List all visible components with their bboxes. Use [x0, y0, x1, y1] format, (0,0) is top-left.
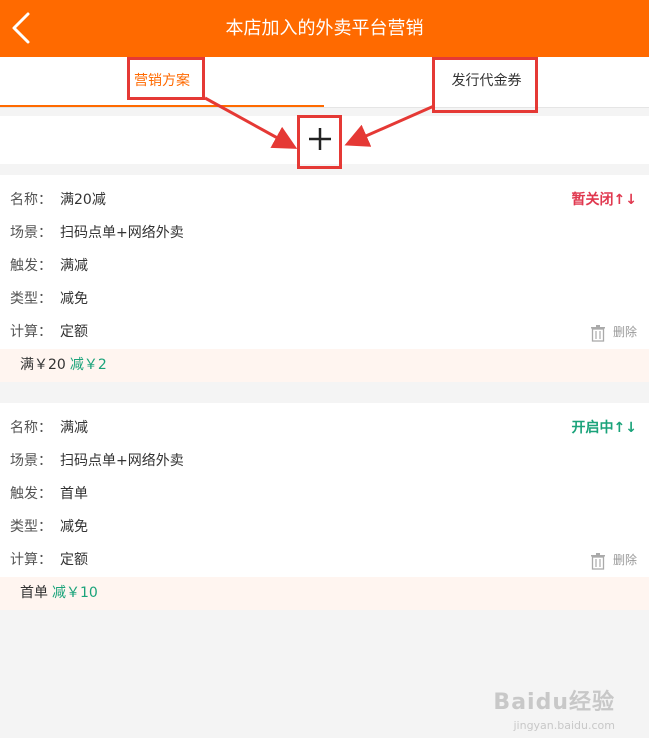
field-label: 计算：	[10, 552, 52, 568]
delete-button[interactable]: 删除	[589, 316, 637, 349]
trash-icon	[590, 324, 605, 342]
trash-icon	[590, 552, 605, 570]
add-bar	[0, 116, 649, 164]
summary-condition: 满￥20 减￥2	[20, 349, 107, 382]
card-row: 名称： 满20减 暂关闭↑↓	[0, 184, 649, 217]
marketing-card: 名称： 满减 开启中↑↓ 场景： 扫码点单+网络外卖 触发： 首单 类型： 减免…	[0, 403, 649, 610]
field-value: 扫码点单+网络外卖	[60, 453, 184, 469]
card-row: 触发： 首单	[0, 478, 649, 511]
card-row: 名称： 满减 开启中↑↓	[0, 412, 649, 445]
page-title: 本店加入的外卖平台营销	[225, 18, 424, 39]
field-label: 类型：	[10, 291, 52, 307]
app-header: 本店加入的外卖平台营销	[0, 0, 649, 57]
plus-icon[interactable]	[298, 116, 342, 164]
delete-label: 删除	[612, 325, 637, 339]
field-label: 计算：	[10, 324, 52, 340]
field-value: 满减	[60, 420, 88, 436]
card-row: 触发： 满减	[0, 250, 649, 283]
tab-marketing-plan[interactable]: 营销方案	[0, 57, 324, 107]
card-row: 类型： 减免	[0, 511, 649, 544]
field-value: 减免	[60, 291, 88, 307]
marketing-card: 名称： 满20减 暂关闭↑↓ 场景： 扫码点单+网络外卖 触发： 满减 类型： …	[0, 175, 649, 382]
discount-summary: 满￥20 减￥2	[0, 349, 649, 382]
tab-issue-voucher[interactable]: 发行代金券	[324, 57, 649, 105]
field-label: 类型：	[10, 519, 52, 535]
card-row: 计算： 定额 删除	[0, 316, 649, 349]
tab-bar: 营销方案 发行代金券	[0, 57, 649, 108]
card-row: 类型： 减免	[0, 283, 649, 316]
field-value: 满减	[60, 258, 88, 274]
field-value: 扫码点单+网络外卖	[60, 225, 184, 241]
field-value: 定额	[60, 324, 88, 340]
watermark-url: jingyan.baidu.com	[513, 719, 615, 732]
field-value: 减免	[60, 519, 88, 535]
delete-label: 删除	[612, 553, 637, 567]
summary-threshold: 首单	[20, 585, 48, 601]
field-label: 名称：	[10, 420, 52, 436]
status-toggle[interactable]: 开启中↑↓	[572, 412, 637, 445]
card-row: 场景： 扫码点单+网络外卖	[0, 217, 649, 250]
field-label: 场景：	[10, 453, 52, 469]
field-label: 触发：	[10, 486, 52, 502]
watermark-logo: Baidu经验	[493, 690, 615, 715]
field-label: 触发：	[10, 258, 52, 274]
field-label: 场景：	[10, 225, 52, 241]
summary-condition: 首单 减￥10	[20, 577, 98, 610]
field-value: 首单	[60, 486, 88, 502]
status-toggle[interactable]: 暂关闭↑↓	[572, 184, 637, 217]
summary-discount: 减￥2	[69, 357, 107, 373]
card-row: 计算： 定额 删除	[0, 544, 649, 577]
field-value: 满20减	[60, 192, 106, 208]
field-label: 名称：	[10, 192, 52, 208]
field-value: 定额	[60, 552, 88, 568]
summary-discount: 减￥10	[52, 585, 98, 601]
delete-button[interactable]: 删除	[589, 544, 637, 577]
discount-summary: 首单 减￥10	[0, 577, 649, 610]
summary-threshold: 满￥20	[20, 357, 66, 373]
card-row: 场景： 扫码点单+网络外卖	[0, 445, 649, 478]
